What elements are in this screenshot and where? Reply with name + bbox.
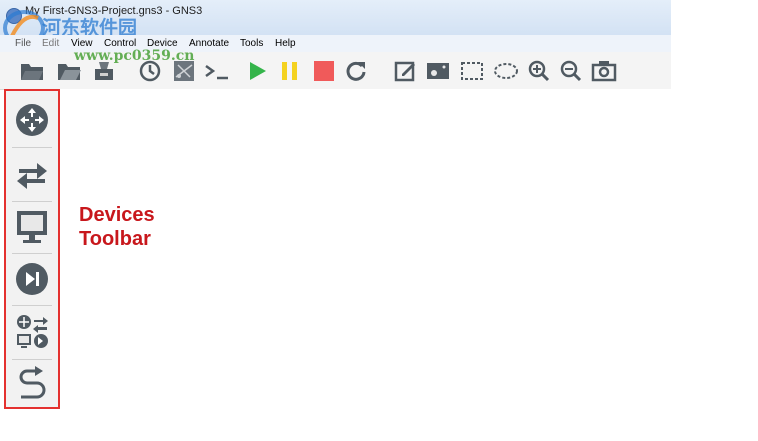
reload-all-icon[interactable] xyxy=(342,57,370,85)
router-icon[interactable] xyxy=(6,100,58,140)
insert-picture-icon[interactable] xyxy=(424,57,452,85)
draw-rectangle-icon[interactable] xyxy=(458,57,486,85)
console-all-icon[interactable] xyxy=(203,57,231,85)
switch-icon[interactable] xyxy=(6,154,58,194)
separator xyxy=(12,201,52,202)
draw-ellipse-icon[interactable] xyxy=(492,57,520,85)
screenshot-icon[interactable] xyxy=(590,57,618,85)
add-note-icon[interactable] xyxy=(391,57,419,85)
separator xyxy=(12,359,52,360)
menu-tools[interactable]: Tools xyxy=(240,38,263,49)
annotation-line-1: Devices xyxy=(79,204,155,226)
separator xyxy=(12,305,52,306)
topology-canvas[interactable] xyxy=(60,89,671,441)
menu-edit[interactable]: Edit xyxy=(42,38,59,49)
separator xyxy=(12,253,52,254)
end-device-icon[interactable] xyxy=(6,207,58,247)
show-interface-labels-icon[interactable] xyxy=(170,57,198,85)
devices-toolbar-annotation: Devices Toolbar xyxy=(79,203,155,251)
menu-annotate[interactable]: Annotate xyxy=(189,38,229,49)
menu-help[interactable]: Help xyxy=(275,38,296,49)
new-project-icon[interactable] xyxy=(18,57,46,85)
start-all-icon[interactable] xyxy=(243,57,271,85)
security-device-icon[interactable] xyxy=(6,259,58,299)
annotation-line-2: Toolbar xyxy=(79,228,151,250)
all-devices-icon[interactable] xyxy=(6,311,58,353)
zoom-in-icon[interactable] xyxy=(525,57,553,85)
suspend-all-icon[interactable] xyxy=(276,57,304,85)
add-link-icon[interactable] xyxy=(6,364,58,404)
separator xyxy=(12,147,52,148)
snapshot-icon[interactable] xyxy=(136,57,164,85)
zoom-out-icon[interactable] xyxy=(557,57,585,85)
stop-all-icon[interactable] xyxy=(310,57,338,85)
menu-file[interactable]: File xyxy=(15,38,31,49)
